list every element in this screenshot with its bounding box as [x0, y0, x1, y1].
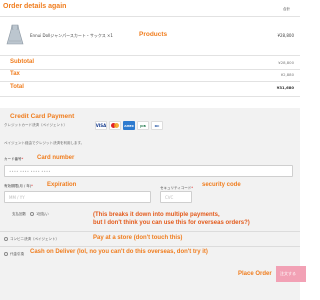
installments-radio[interactable] [30, 212, 34, 216]
convenience-annotation: Pay at a store (don't touch this) [93, 235, 183, 241]
total-row: Total ¥31,680 [10, 84, 294, 94]
cod-annotation: Cash on Deliver (lol, no you can't do th… [30, 249, 208, 255]
card-brands: VISA AMEX JCB DC [95, 121, 163, 130]
cvc-input[interactable] [160, 191, 192, 203]
header-divider [0, 16, 300, 17]
card-number-label: カード番号* [4, 157, 24, 161]
tax-value: ¥2,880 [280, 72, 294, 77]
installments-label: 支払回数 [12, 212, 26, 216]
diners-icon: DC [151, 121, 163, 130]
product-divider [0, 55, 300, 56]
subtotal-value: ¥28,800 [278, 60, 294, 65]
subtotal-row: Subtotal ¥28,800 [10, 59, 294, 69]
subtotal-label: Subtotal [10, 59, 34, 65]
total-divider [0, 96, 300, 97]
expiry-label: 有効期限(月 / 年)* [4, 184, 33, 188]
place-order-annotation: Place Order [238, 271, 272, 277]
jcb-icon: JCB [137, 121, 149, 130]
credit-card-title: Credit Card Payment [10, 113, 75, 120]
cod-radio[interactable] [4, 252, 8, 256]
expiry-annotation: Expiration [47, 182, 77, 188]
installments-option[interactable]: 1回払い [30, 212, 49, 217]
product-thumbnail[interactable] [6, 24, 24, 46]
convenience-radio[interactable] [4, 237, 8, 241]
installments-divider [0, 231, 300, 232]
expiry-input[interactable] [4, 191, 151, 203]
total-column-header: 合計 [283, 7, 290, 11]
place-order-button[interactable]: 注文する [276, 266, 306, 282]
cash-on-delivery-option[interactable]: 代金引換 [4, 252, 24, 257]
subtotal-divider [0, 69, 300, 70]
convenience-store-option[interactable]: コンビニ決済（ペイジェント） [4, 237, 59, 242]
installments-annotation: (This breaks it down into multiple payme… [93, 212, 250, 226]
card-number-input[interactable] [4, 165, 293, 177]
visa-icon: VISA [95, 121, 107, 130]
product-name: Ennui Dollジャンパースカート・サックス ×1 [30, 33, 113, 38]
mastercard-icon [109, 121, 121, 130]
tax-label: Tax [10, 71, 20, 77]
convenience-divider [0, 246, 300, 247]
credit-card-subtitle: クレジットカード決済（ペイジェント） [4, 123, 67, 127]
credit-card-note: ペイジェント経由でクレジット決済を利用します。 [4, 141, 85, 145]
amex-icon: AMEX [123, 121, 135, 130]
card-number-annotation: Card number [37, 155, 75, 161]
total-label: Total [10, 84, 24, 90]
product-price: ¥28,800 [277, 33, 294, 38]
tax-row: Tax ¥2,880 [10, 71, 294, 81]
cvc-annotation: security code [202, 182, 241, 188]
page-title: Order details again [3, 3, 67, 10]
products-annotation: Products [139, 31, 168, 38]
tax-divider [0, 81, 300, 82]
total-value: ¥31,680 [276, 85, 294, 90]
